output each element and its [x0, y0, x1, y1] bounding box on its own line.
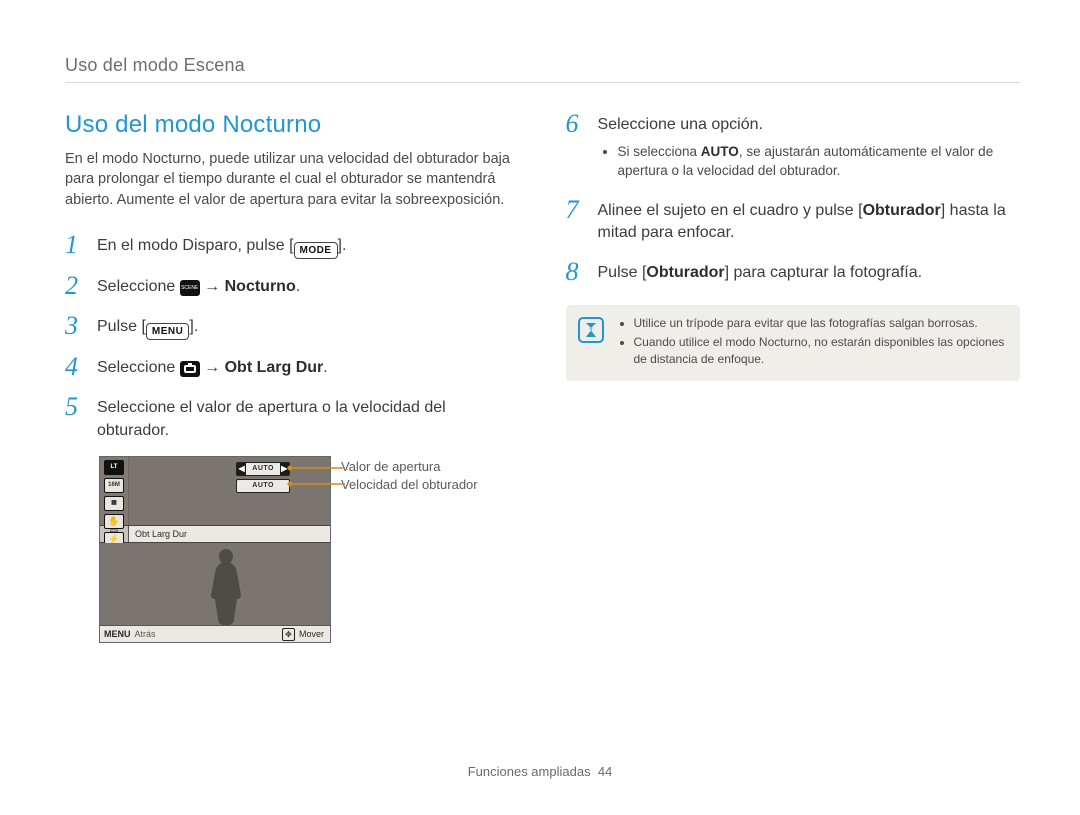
- step-4: 4 Seleccione → Obt Larg Dur.: [65, 354, 520, 380]
- dpad-icon: ✥: [282, 628, 295, 641]
- back-label: Atrás: [135, 629, 174, 639]
- right-column: 6 Seleccione una opción. Si selecciona A…: [566, 111, 1021, 643]
- scene-icon: [180, 280, 200, 296]
- section-title: Uso del modo Nocturno: [65, 111, 520, 139]
- auto-pills: ◀AUTO▶ AUTO: [236, 462, 290, 493]
- step-text: Seleccione una opción. Si selecciona AUT…: [598, 111, 1021, 183]
- two-column-layout: Uso del modo Nocturno En el modo Nocturn…: [65, 111, 1020, 643]
- bold-text: Obturador: [863, 202, 941, 219]
- text: ] para capturar la fotografía.: [725, 264, 922, 281]
- step-number: 4: [65, 354, 85, 380]
- step-number: 8: [566, 259, 586, 285]
- left-column: Uso del modo Nocturno En el modo Nocturn…: [65, 111, 520, 643]
- tip-note-box: Utilice un trípode para evitar que las f…: [566, 305, 1021, 381]
- text: .: [296, 278, 300, 295]
- step-8: 8 Pulse [Obturador] para capturar la fot…: [566, 259, 1021, 285]
- text: ].: [189, 318, 198, 335]
- step-text: Seleccione → Obt Larg Dur.: [97, 354, 520, 380]
- legend-shutter: Velocidad del obturador: [341, 476, 478, 494]
- option-row-label: Obt Larg Dur: [129, 529, 187, 539]
- person-silhouette-icon: [196, 543, 256, 625]
- text: .: [323, 359, 327, 376]
- text: Seleccione: [97, 278, 180, 295]
- step-5: 5 Seleccione el valor de apertura o la v…: [65, 394, 520, 442]
- mode-button-icon: MODE: [294, 242, 338, 259]
- step-number: 7: [566, 197, 586, 223]
- text: →: [200, 359, 225, 376]
- selected-option-row: ▤ Obt Larg Dur: [100, 525, 330, 543]
- move-label: Mover: [299, 629, 324, 639]
- stabilizer-icon: [104, 514, 124, 529]
- step-3: 3 Pulse [MENU].: [65, 313, 520, 340]
- step-text: En el modo Disparo, pulse [MODE].: [97, 232, 520, 259]
- camera-screen: LT 16M ▦ ◀AUTO▶ AUTO: [99, 456, 331, 643]
- step-text: Seleccione el valor de apertura o la vel…: [97, 394, 520, 442]
- step-7: 7 Alinee el sujeto en el cuadro y pulse …: [566, 197, 1021, 245]
- steps-list-right: 6 Seleccione una opción. Si selecciona A…: [566, 111, 1021, 285]
- bold-text: Nocturno: [225, 278, 296, 295]
- text: →: [200, 278, 225, 295]
- footer-section: Funciones ampliadas: [468, 764, 591, 779]
- step-1: 1 En el modo Disparo, pulse [MODE].: [65, 232, 520, 259]
- manual-page: Uso del modo Escena Uso del modo Nocturn…: [0, 0, 1080, 815]
- step-number: 2: [65, 273, 85, 299]
- note-list: Utilice un trípode para evitar que las f…: [616, 315, 1007, 369]
- text: Pulse [: [598, 264, 647, 281]
- note-item: Utilice un trípode para evitar que las f…: [634, 315, 1007, 332]
- screen-legend: Valor de apertura Velocidad del obturado…: [341, 456, 478, 493]
- screen-footer-bar: MENU Atrás ✥ Mover: [100, 625, 330, 642]
- camera-icon: [180, 361, 200, 377]
- text: En el modo Disparo, pulse [: [97, 237, 294, 254]
- steps-list-left: 1 En el modo Disparo, pulse [MODE]. 2 Se…: [65, 232, 520, 442]
- step-number: 3: [65, 313, 85, 339]
- screen-left-icon-strip: LT 16M ▦: [100, 457, 129, 525]
- step-number: 6: [566, 111, 586, 137]
- aperture-auto-pill: ◀AUTO▶: [236, 462, 290, 476]
- lt-badge-icon: LT: [104, 460, 124, 475]
- step-text: Alinee el sujeto en el cuadro y pulse [O…: [598, 197, 1021, 245]
- menu-button-icon: MENU: [146, 323, 189, 340]
- grid-icon: ▦: [104, 496, 124, 511]
- intro-paragraph: En el modo Nocturno, puede utilizar una …: [65, 149, 520, 210]
- step-text: Pulse [Obturador] para capturar la fotog…: [598, 259, 1021, 285]
- divider: [65, 82, 1020, 83]
- text: Pulse [: [97, 318, 146, 335]
- callout-leaders: [100, 457, 360, 527]
- text: ].: [338, 237, 347, 254]
- auto-label: AUTO: [246, 463, 280, 475]
- step-number: 1: [65, 232, 85, 258]
- legend-aperture: Valor de apertura: [341, 458, 478, 476]
- note-icon: [578, 317, 604, 343]
- sub-bullet: Si selecciona AUTO, se ajustarán automát…: [618, 143, 1021, 181]
- text: Seleccione una opción.: [598, 116, 763, 133]
- menu-label-icon: MENU: [100, 629, 135, 639]
- resolution-icon: 16M: [104, 478, 124, 493]
- step-number: 5: [65, 394, 85, 420]
- note-item: Cuando utilice el modo Nocturno, no esta…: [634, 334, 1007, 368]
- bold-text: Obt Larg Dur: [225, 359, 324, 376]
- screen-top-area: LT 16M ▦ ◀AUTO▶ AUTO: [100, 457, 330, 525]
- auto-label: AUTO: [246, 480, 280, 492]
- bold-text: Obturador: [646, 264, 724, 281]
- step-text: Seleccione → Nocturno.: [97, 273, 520, 299]
- step-6: 6 Seleccione una opción. Si selecciona A…: [566, 111, 1021, 183]
- camera-screen-illustration: LT 16M ▦ ◀AUTO▶ AUTO: [99, 456, 520, 643]
- text: Alinee el sujeto en el cuadro y pulse [: [598, 202, 863, 219]
- bold-text: AUTO: [701, 144, 739, 159]
- step-text: Pulse [MENU].: [97, 313, 520, 340]
- text: Seleccione: [97, 359, 180, 376]
- move-control: ✥ Mover: [282, 628, 330, 641]
- screen-preview-area: [100, 543, 330, 625]
- footer-page-number: 44: [598, 764, 612, 779]
- page-footer: Funciones ampliadas 44: [0, 764, 1080, 779]
- shutter-auto-pill: AUTO: [236, 479, 290, 493]
- sub-bullets: Si selecciona AUTO, se ajustarán automát…: [598, 143, 1021, 181]
- step-2: 2 Seleccione → Nocturno.: [65, 273, 520, 299]
- breadcrumb: Uso del modo Escena: [65, 55, 1020, 76]
